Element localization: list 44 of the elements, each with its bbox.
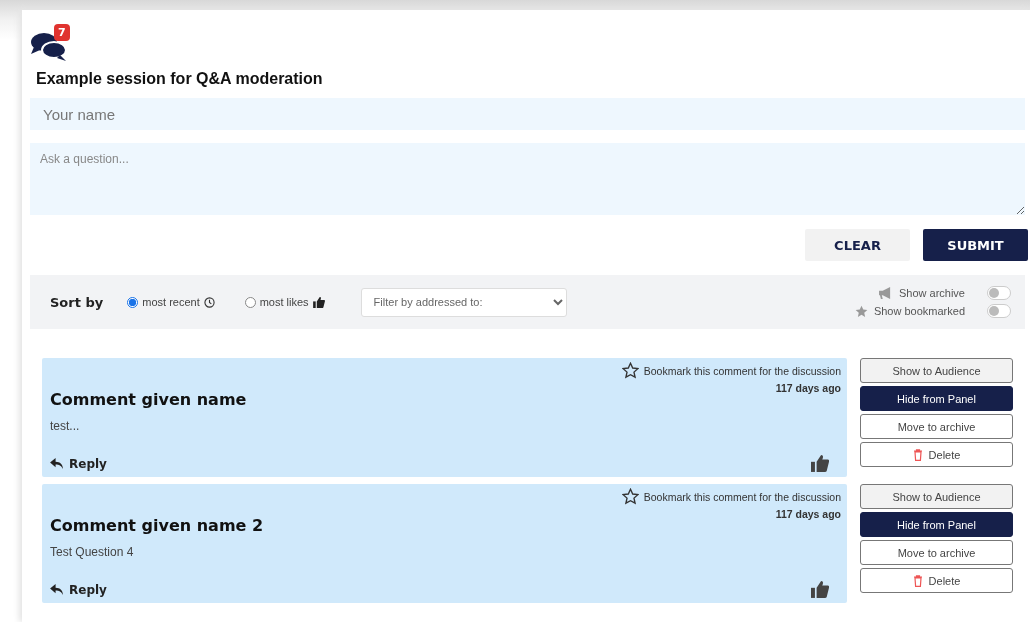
move-to-archive-button[interactable]: Move to archive — [860, 414, 1013, 439]
thumbs-up-icon — [312, 296, 325, 308]
delete-button[interactable]: Delete — [860, 568, 1013, 593]
notification-badge: 7 — [54, 24, 70, 41]
star-icon[interactable] — [621, 488, 639, 505]
comment-text: test... — [50, 419, 81, 433]
comment-age: 117 days ago — [775, 382, 841, 394]
sort-label: Sort by — [50, 294, 104, 310]
clock-icon — [203, 296, 215, 308]
comment-age: 117 days ago — [775, 508, 841, 520]
thumbs-up-icon[interactable] — [811, 581, 829, 598]
delete-button[interactable]: Delete — [860, 442, 1013, 467]
radio-button[interactable] — [244, 296, 256, 308]
filter-dropdown[interactable]: Filter by addressed to: — [360, 287, 567, 317]
name-field[interactable]: Your name — [30, 98, 1025, 130]
toggle-label: Show bookmarked — [873, 305, 965, 317]
hide-from-panel-button[interactable]: Hide from Panel — [860, 386, 1013, 411]
radio-button[interactable] — [127, 296, 139, 308]
star-icon — [854, 304, 868, 318]
thumbs-up-icon[interactable] — [811, 455, 829, 472]
toggle-switch[interactable] — [987, 304, 1011, 318]
trash-icon — [912, 574, 923, 587]
move-to-archive-button[interactable]: Move to archive — [860, 540, 1013, 565]
show-to-audience-button[interactable]: Show to Audience — [860, 358, 1013, 383]
bookmark-link[interactable]: Bookmark this comment for the discussion — [643, 490, 841, 503]
star-icon[interactable] — [621, 362, 639, 379]
reply-button[interactable]: Reply — [50, 456, 107, 471]
comment-text: Test Question 4 — [50, 545, 135, 559]
bookmark-link[interactable]: Bookmark this comment for the discussion — [643, 364, 841, 377]
trash-icon — [912, 448, 923, 461]
toggle-label: Show archive — [898, 287, 965, 299]
submit-button[interactable]: SUBMIT — [923, 229, 1028, 261]
show-to-audience-button[interactable]: Show to Audience — [860, 484, 1013, 509]
hide-from-panel-button[interactable]: Hide from Panel — [860, 512, 1013, 537]
sort-option[interactable]: most likes — [244, 296, 325, 308]
reply-button[interactable]: Reply — [50, 582, 107, 597]
reply-arrow-icon — [50, 584, 63, 595]
toggle-switch[interactable] — [987, 286, 1011, 300]
question-field[interactable]: Ask a question... — [30, 143, 1025, 215]
session-title: Example session for Q&A moderation — [36, 70, 324, 88]
clear-button[interactable]: CLEAR — [805, 229, 910, 261]
megaphone-icon — [877, 287, 893, 299]
sort-option[interactable]: most recent — [127, 296, 215, 308]
reply-arrow-icon — [50, 458, 63, 469]
